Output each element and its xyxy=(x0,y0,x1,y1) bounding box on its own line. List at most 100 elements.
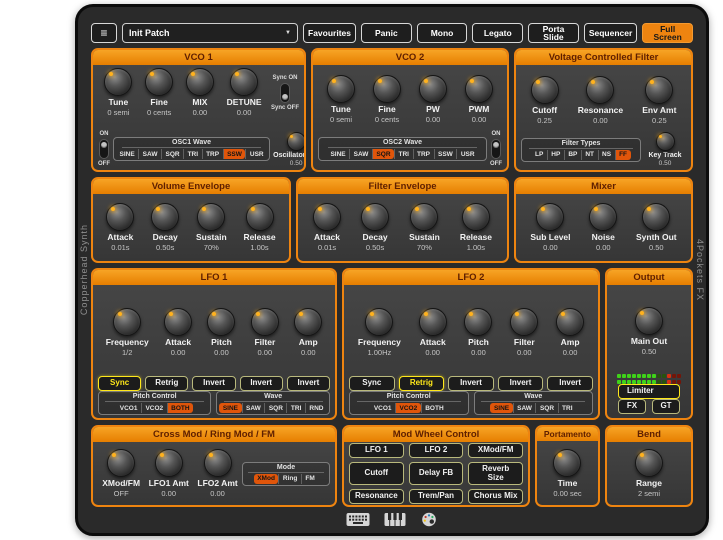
favourites-button[interactable]: Favourites xyxy=(303,23,356,43)
filter-knob[interactable] xyxy=(510,308,538,336)
invert-button[interactable]: Invert xyxy=(498,376,544,391)
filter-knob[interactable] xyxy=(251,308,279,336)
option-fm[interactable]: FM xyxy=(301,474,318,484)
fine-knob[interactable] xyxy=(145,68,173,96)
attack-knob[interactable] xyxy=(419,308,447,336)
option-saw[interactable]: SAW xyxy=(513,403,536,413)
sync-button[interactable]: Sync xyxy=(349,376,395,391)
retrig-button[interactable]: Retrig xyxy=(399,376,445,391)
xmod-fm-button[interactable]: XMod/FM xyxy=(468,443,523,458)
legato-button[interactable]: Legato xyxy=(472,23,523,43)
lfo2-amt-knob[interactable] xyxy=(204,449,232,477)
option-sine[interactable]: SINE xyxy=(219,403,241,413)
option-sqr[interactable]: SQR xyxy=(264,403,286,413)
amp-knob[interactable] xyxy=(556,308,584,336)
option-both[interactable]: BOTH xyxy=(421,403,447,413)
frequency-knob[interactable] xyxy=(365,308,393,336)
option-ff[interactable]: FF xyxy=(615,150,631,160)
frequency-knob[interactable] xyxy=(113,308,141,336)
patch-selector[interactable]: Init Patch ▼ xyxy=(122,23,298,43)
option-rnd[interactable]: RND xyxy=(305,403,327,413)
decay-knob[interactable] xyxy=(151,203,179,231)
option-tri[interactable]: TRI xyxy=(394,149,412,159)
xmod-fm-knob[interactable] xyxy=(107,449,135,477)
sync-button[interactable]: Sync xyxy=(98,376,141,391)
tune-knob[interactable] xyxy=(327,75,355,103)
option-ssw[interactable]: SSW xyxy=(223,149,246,159)
tune-knob[interactable] xyxy=(104,68,132,96)
palette-icon[interactable] xyxy=(420,512,438,527)
oscillator-mix-knob[interactable] xyxy=(287,132,306,151)
option-ring[interactable]: Ring xyxy=(278,474,300,484)
option-sqr[interactable]: SQR xyxy=(372,149,394,159)
invert-button[interactable]: Invert xyxy=(547,376,593,391)
pitch-knob[interactable] xyxy=(464,308,492,336)
menu-button[interactable]: ≡ xyxy=(91,23,117,43)
chorus-mix-button[interactable]: Chorus Mix xyxy=(468,489,523,504)
option-hp[interactable]: HP xyxy=(547,150,564,160)
invert-button[interactable]: Invert xyxy=(287,376,330,391)
sequencer-button[interactable]: Sequencer xyxy=(584,23,637,43)
release-knob[interactable] xyxy=(246,203,274,231)
attack-knob[interactable] xyxy=(313,203,341,231)
reverb-size-button[interactable]: Reverb Size xyxy=(468,462,523,486)
option-both[interactable]: BOTH xyxy=(167,403,193,413)
cutoff-knob[interactable] xyxy=(531,76,559,104)
mono-button[interactable]: Mono xyxy=(417,23,468,43)
option-vco2[interactable]: VCO2 xyxy=(395,403,421,413)
limiter-button[interactable]: Limiter xyxy=(618,384,680,399)
pitch-knob[interactable] xyxy=(207,308,235,336)
option-sine[interactable]: SINE xyxy=(327,149,349,159)
invert-button[interactable]: Invert xyxy=(192,376,235,391)
option-sqr[interactable]: SQR xyxy=(535,403,557,413)
option-vco1[interactable]: VCO1 xyxy=(116,403,141,413)
option-saw[interactable]: SAW xyxy=(242,403,265,413)
osc-sync-toggle[interactable]: Sync ON Sync OFF xyxy=(271,75,299,111)
amp-knob[interactable] xyxy=(294,308,322,336)
resonance-button[interactable]: Resonance xyxy=(349,489,404,504)
lfo1-amt-knob[interactable] xyxy=(155,449,183,477)
sync-switch[interactable] xyxy=(280,83,290,103)
option-sine[interactable]: SINE xyxy=(490,403,512,413)
sustain-knob[interactable] xyxy=(410,203,438,231)
option-ns[interactable]: NS xyxy=(598,150,615,160)
option-tri[interactable]: TRI xyxy=(558,403,576,413)
cutoff-button[interactable]: Cutoff xyxy=(349,462,404,486)
time-knob[interactable] xyxy=(553,449,581,477)
osc2-power-switch[interactable] xyxy=(491,139,501,159)
option-trp[interactable]: TRP xyxy=(202,149,223,159)
invert-button[interactable]: Invert xyxy=(240,376,283,391)
trem-pan-button[interactable]: Trem/Pan xyxy=(409,489,464,504)
pw-knob[interactable] xyxy=(419,75,447,103)
option-sine[interactable]: SINE xyxy=(116,149,138,159)
option-saw[interactable]: SAW xyxy=(349,149,372,159)
decay-knob[interactable] xyxy=(361,203,389,231)
sub-level-knob[interactable] xyxy=(536,203,564,231)
option-sqr[interactable]: SQR xyxy=(161,149,183,159)
option-usr[interactable]: USR xyxy=(456,149,478,159)
detune-knob[interactable] xyxy=(230,68,258,96)
porta-slide-button[interactable]: Porta Slide xyxy=(528,23,579,43)
panic-button[interactable]: Panic xyxy=(361,23,412,43)
osc2-power-toggle[interactable]: ON OFF xyxy=(490,131,502,167)
fx-button[interactable]: FX xyxy=(618,399,646,414)
delay-fb-button[interactable]: Delay FB xyxy=(409,462,464,486)
option-xmod[interactable]: XMod xyxy=(254,474,279,484)
fine-knob[interactable] xyxy=(373,75,401,103)
option-trp[interactable]: TRP xyxy=(413,149,434,159)
synth-out-knob[interactable] xyxy=(642,203,670,231)
piano-icon[interactable] xyxy=(384,512,406,527)
key-track-knob[interactable] xyxy=(656,132,675,151)
full-screen-button[interactable]: Full Screen xyxy=(642,23,693,43)
retrig-button[interactable]: Retrig xyxy=(145,376,188,391)
release-knob[interactable] xyxy=(462,203,490,231)
option-tri[interactable]: TRI xyxy=(286,403,304,413)
noise-knob[interactable] xyxy=(589,203,617,231)
option-ssw[interactable]: SSW xyxy=(434,149,457,159)
env-amt-knob[interactable] xyxy=(645,76,673,104)
lfo-2-button[interactable]: LFO 2 xyxy=(409,443,464,458)
attack-knob[interactable] xyxy=(106,203,134,231)
option-bp[interactable]: BP xyxy=(564,150,581,160)
keyboard-icon[interactable] xyxy=(346,512,370,527)
invert-button[interactable]: Invert xyxy=(448,376,494,391)
